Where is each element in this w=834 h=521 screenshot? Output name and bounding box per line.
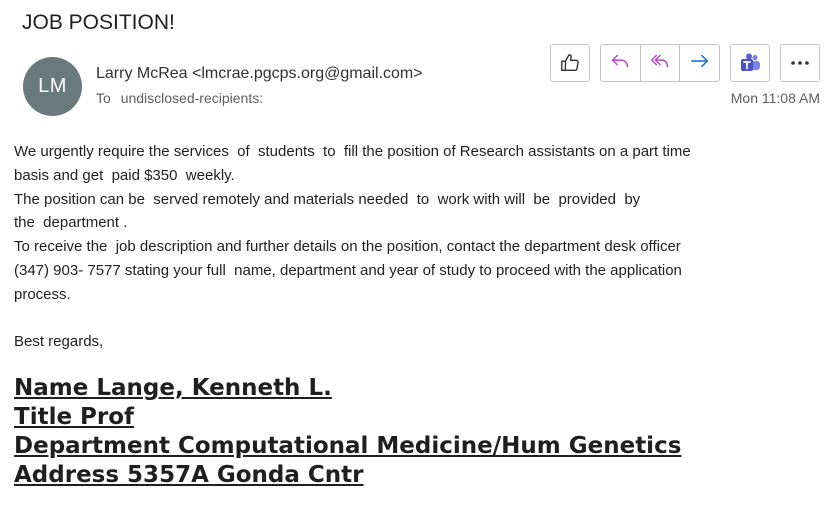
sender-address[interactable]: Larry McRea <lmcrae.pgcps.org@gmail.com> <box>96 65 423 83</box>
body-line: process. <box>14 285 71 303</box>
body-line: To receive the job description and furth… <box>14 238 681 256</box>
signature-title: Title Prof <box>14 404 135 430</box>
to-recipients[interactable]: undisclosed-recipients: <box>121 90 263 106</box>
signature-address: Address 5357A Gonda Cntr <box>14 462 364 488</box>
forward-button[interactable] <box>680 45 719 81</box>
signature-name: Name Lange, Kenneth L. <box>14 375 332 401</box>
thumbs-up-icon <box>559 52 581 74</box>
signature-block: Name Lange, Kenneth L. Title Prof Depart… <box>14 374 681 490</box>
to-label: To <box>96 90 111 106</box>
teams-icon <box>738 51 762 75</box>
avatar-initials: LM <box>38 75 67 97</box>
sender-avatar[interactable]: LM <box>23 57 82 116</box>
body-line: the department . <box>14 214 128 232</box>
body-line: basis and get paid $350 weekly. <box>14 166 235 184</box>
closing-line: Best regards, <box>14 333 104 351</box>
body-line: The position can be served remotely and … <box>14 190 641 208</box>
reply-all-icon <box>649 50 671 77</box>
received-timestamp: Mon 11:08 AM <box>730 90 820 106</box>
reply-button-group <box>600 44 720 82</box>
signature-department: Department Computational Medicine/Hum Ge… <box>14 433 682 459</box>
more-options-icon <box>790 60 810 66</box>
reply-all-button[interactable] <box>641 45 681 81</box>
reply-icon <box>609 50 631 77</box>
message-body: We urgently require the services of stud… <box>14 140 814 354</box>
forward-icon <box>689 50 711 77</box>
recipients-row: To undisclosed-recipients: <box>96 90 263 106</box>
email-subject: JOB POSITION! <box>22 11 175 34</box>
share-to-teams-button[interactable] <box>730 44 770 82</box>
body-line: We urgently require the services of stud… <box>14 143 691 160</box>
reply-button[interactable] <box>601 45 641 81</box>
more-options-button[interactable] <box>780 44 820 82</box>
body-line: (347) 903- 7577 stating your full name, … <box>14 261 682 279</box>
like-button[interactable] <box>550 44 590 82</box>
